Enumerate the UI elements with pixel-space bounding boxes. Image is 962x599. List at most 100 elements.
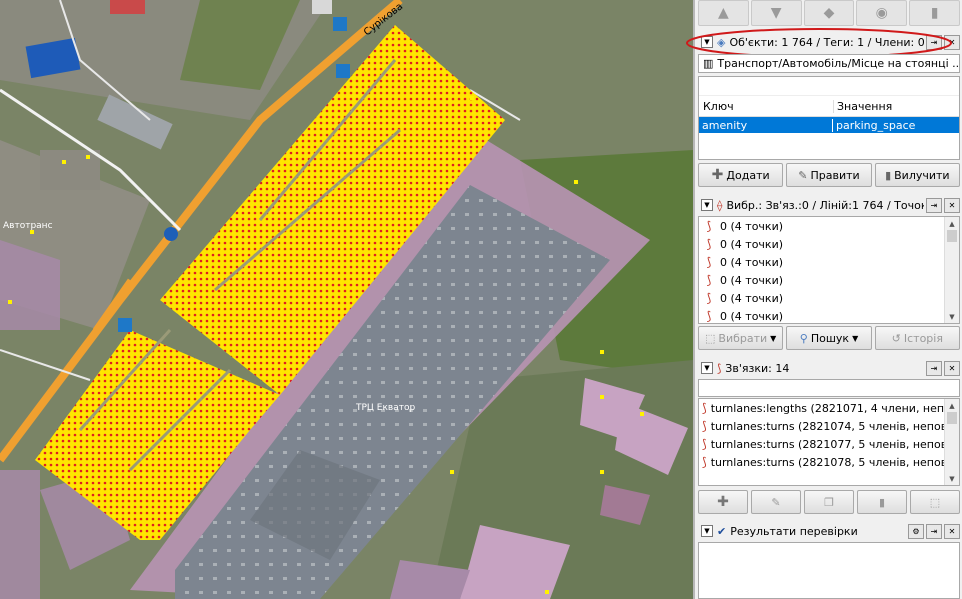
search-label: Пошук: [810, 331, 850, 345]
plus-icon: ✚: [717, 494, 729, 510]
relation-icon: ⟆: [702, 437, 707, 451]
plus-icon: ✚: [711, 167, 724, 183]
item-label: 0 (4 точки): [720, 273, 784, 287]
scroll-down-icon[interactable]: ▼: [945, 310, 959, 323]
scrollbar[interactable]: ▲ ▼: [944, 217, 959, 323]
eye-icon[interactable]: ◉: [856, 0, 908, 26]
collapse-icon[interactable]: ▼: [701, 199, 713, 211]
select-button[interactable]: ⬚ Вибрати ▼: [698, 326, 784, 350]
bus-stop-icon[interactable]: [118, 318, 132, 332]
way-icon: ⟆: [706, 309, 712, 323]
select-members-button[interactable]: ⬚: [910, 490, 960, 514]
delete-label: Вилучити: [894, 168, 950, 182]
duplicate-icon: ❐: [824, 495, 834, 509]
trash-icon[interactable]: ▮: [909, 0, 960, 26]
item-label: turnlanes:lengths (2821071, 4 члени, неп…: [710, 401, 959, 415]
list-item[interactable]: ⟆ turnlanes:turns (2821074, 5 членів, неп…: [699, 417, 959, 435]
arrow-up-icon[interactable]: ▲: [698, 0, 749, 26]
close-icon[interactable]: ✕: [944, 197, 960, 213]
collapse-icon[interactable]: ▼: [701, 362, 713, 374]
list-item[interactable]: ⟆ 0 (4 точки): [699, 307, 959, 323]
relations-filter[interactable]: [698, 379, 960, 397]
scroll-up-icon[interactable]: ▲: [945, 399, 959, 412]
chevron-down-icon: ▼: [770, 333, 777, 343]
list-item[interactable]: ⟆ 0 (4 точки): [699, 235, 959, 253]
scroll-thumb[interactable]: [947, 230, 957, 242]
way-icon: ⟆: [706, 291, 712, 305]
cursor-icon: ⬚: [705, 331, 716, 345]
list-item[interactable]: ⟆ turnlanes:turns (2821078, 5 членів, неп…: [699, 453, 959, 471]
duplicate-relation-button[interactable]: ❐: [804, 490, 854, 514]
delete-button[interactable]: ▮ Вилучити: [874, 163, 960, 187]
preset-label: Транспорт/Автомобіль/Місце на стоянці ..…: [717, 57, 959, 70]
way-icon: ⟆: [706, 273, 712, 287]
selection-list[interactable]: ⟆ 0 (4 точки) ⟆ 0 (4 точки) ⟆ 0 (4 точки) ⟆…: [698, 216, 960, 324]
tags-button-row: ✚ Додати ✎ Правити ▮ Вилучити: [698, 163, 960, 187]
bus-stop-icon[interactable]: [336, 64, 350, 78]
relations-button-row: ✚ ✎ ❐ ▮ ⬚: [698, 490, 960, 514]
edit-icon: ✎: [798, 168, 808, 182]
validation-panel-header[interactable]: ▼ ✔ Результати перевірки ⚙ ⇥ ✕: [698, 522, 960, 540]
layer-icon[interactable]: ◆: [803, 0, 855, 26]
tags-table: Ключ Значення amenity parking_space: [698, 76, 960, 160]
edit-label: Правити: [810, 168, 860, 182]
validation-panel-title: Результати перевірки: [730, 524, 858, 538]
table-row[interactable]: amenity parking_space: [699, 117, 959, 133]
relations-list[interactable]: ⟆ turnlanes:lengths (2821071, 4 члени, не…: [698, 398, 960, 486]
selection-panel-header[interactable]: ▼ ⟠ Вибр.: Зв'яз.:0 / Ліній:1 764 / Точо…: [698, 196, 960, 214]
sidebar: ▲ ▼ ◆ ◉ ▮ ▼ ◈ Об'єкти: 1 764 / Теги: 1 /…: [686, 0, 962, 599]
map-view[interactable]: Сурікова Автотранс ТРЦ Екватор: [0, 0, 693, 599]
close-icon[interactable]: ✕: [944, 523, 960, 539]
search-button[interactable]: ⚲ Пошук ▼: [786, 326, 872, 350]
dock-icon[interactable]: ⇥: [926, 523, 942, 539]
tags-table-header: Ключ Значення: [699, 96, 959, 117]
arrow-down-icon[interactable]: ▼: [750, 0, 802, 26]
add-button[interactable]: ✚ Додати: [698, 163, 784, 187]
item-label: 0 (4 точки): [720, 255, 784, 269]
col-value-header[interactable]: Значення: [834, 100, 892, 113]
selection-panel-title: Вибр.: Зв'яз.:0 / Ліній:1 764 / Точок:0: [726, 198, 924, 212]
edit-button[interactable]: ✎ Правити: [786, 163, 872, 187]
edit-relation-button[interactable]: ✎: [751, 490, 801, 514]
chevron-down-icon: ▼: [852, 333, 859, 343]
relation-icon: ⟆: [702, 401, 707, 415]
dock-icon[interactable]: ⇥: [926, 360, 942, 376]
direction-sign-icon[interactable]: [164, 227, 178, 241]
scroll-up-icon[interactable]: ▲: [945, 217, 959, 230]
select-label: Вибрати: [718, 331, 768, 345]
settings-icon[interactable]: ⚙: [908, 523, 924, 539]
list-item[interactable]: ⟆ 0 (4 точки): [699, 217, 959, 235]
item-label: turnlanes:turns (2821077, 5 членів, непо…: [710, 437, 959, 451]
way-icon: ⟆: [706, 237, 712, 251]
relation-icon: ⟆: [702, 419, 707, 433]
aerial-imagery[interactable]: Сурікова Автотранс ТРЦ Екватор: [0, 0, 693, 599]
list-item[interactable]: ⟆ turnlanes:turns (2821077, 5 членів, неп…: [699, 435, 959, 453]
preset-icon: ▥: [703, 57, 714, 70]
list-item[interactable]: ⟆ 0 (4 точки): [699, 289, 959, 307]
history-button[interactable]: ↺ Історія: [874, 326, 960, 350]
scroll-thumb[interactable]: [947, 412, 957, 424]
list-item[interactable]: ⟆ 0 (4 точки): [699, 271, 959, 289]
selection-button-row: ⬚ Вибрати ▼ ⚲ Пошук ▼ ↺ Історія: [698, 326, 960, 350]
list-item[interactable]: ⟆ turnlanes:lengths (2821071, 4 члени, не…: [699, 399, 959, 417]
dock-icon[interactable]: ⇥: [926, 197, 942, 213]
relations-panel-header[interactable]: ▼ ⟆ Зв'язки: 14 ⇥ ✕: [698, 359, 960, 377]
tag-value[interactable]: parking_space: [833, 119, 915, 132]
list-item[interactable]: ⟆ 0 (4 точки): [699, 253, 959, 271]
scrollbar[interactable]: ▲ ▼: [944, 399, 959, 485]
scroll-down-icon[interactable]: ▼: [945, 472, 959, 485]
col-key-header[interactable]: Ключ: [699, 99, 834, 113]
edit-icon: ✎: [771, 495, 781, 509]
item-label: 0 (4 точки): [720, 291, 784, 305]
bus-stop-icon[interactable]: [333, 17, 347, 31]
delete-relation-button[interactable]: ▮: [857, 490, 907, 514]
add-label: Додати: [726, 168, 770, 182]
preset-row[interactable]: ▥ Транспорт/Автомобіль/Місце на стоянці …: [698, 54, 960, 73]
collapse-icon[interactable]: ▼: [701, 525, 713, 537]
tag-key[interactable]: amenity: [699, 118, 833, 132]
close-icon[interactable]: ✕: [944, 360, 960, 376]
item-label: turnlanes:turns (2821074, 5 членів, непо…: [710, 419, 959, 433]
add-relation-button[interactable]: ✚: [698, 490, 748, 514]
item-label: 0 (4 точки): [720, 219, 784, 233]
validation-results[interactable]: [698, 542, 960, 599]
